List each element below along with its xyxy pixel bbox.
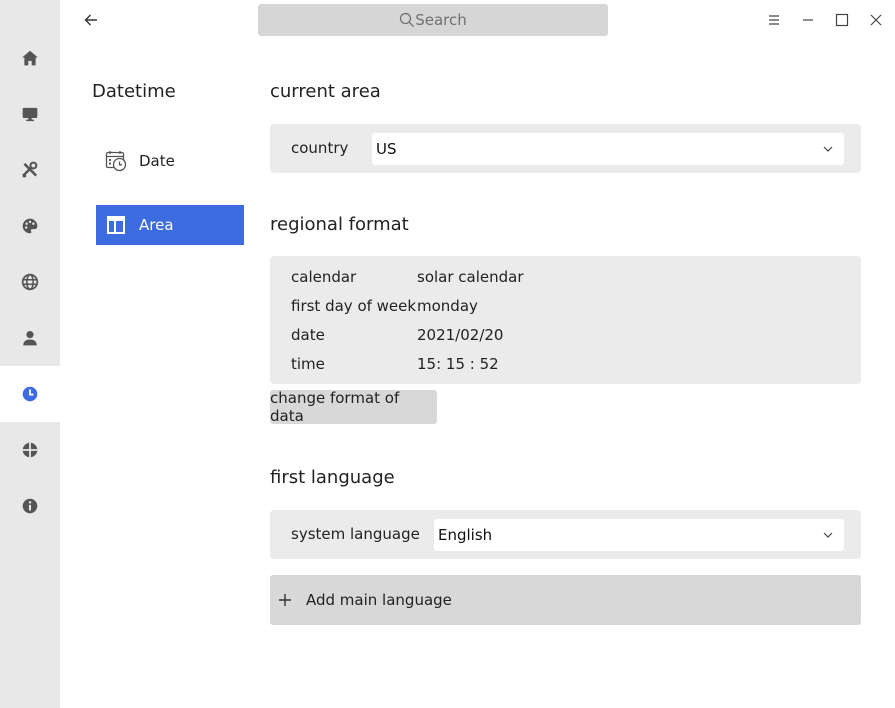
search-placeholder: Search xyxy=(415,11,467,29)
date-format-value: 2021/02/20 xyxy=(417,326,504,344)
time-format-label: time xyxy=(291,355,325,373)
nav-item-area-label: Area xyxy=(139,216,174,234)
rail-item-datetime[interactable] xyxy=(0,366,60,422)
rail-item-update[interactable] xyxy=(0,422,60,478)
first-day-of-week-value: monday xyxy=(417,297,478,315)
date-format-label: date xyxy=(291,326,325,344)
category-rail xyxy=(0,0,60,708)
close-icon xyxy=(870,14,882,26)
change-format-button[interactable]: change format of data xyxy=(270,389,437,425)
rail-item-system[interactable] xyxy=(0,142,60,198)
chevron-down-icon xyxy=(823,532,833,538)
calendar-clock-icon xyxy=(105,150,127,172)
rail-item-display[interactable] xyxy=(0,86,60,142)
country-select[interactable]: US xyxy=(372,133,844,165)
nav-item-date-label: Date xyxy=(139,152,175,170)
nav-item-area[interactable]: Area xyxy=(96,205,244,245)
regional-format-heading: regional format xyxy=(270,214,409,235)
country-select-value: US xyxy=(376,140,397,158)
add-main-language-label: Add main language xyxy=(306,591,452,609)
rail-item-account[interactable] xyxy=(0,310,60,366)
info-icon xyxy=(22,498,38,514)
add-main-language-button[interactable]: Add main language xyxy=(270,575,861,625)
rail-item-personalize[interactable] xyxy=(0,198,60,254)
menu-button[interactable] xyxy=(764,10,784,30)
calendar-label: calendar xyxy=(291,268,357,286)
first-language-heading: first language xyxy=(270,467,395,488)
system-language-select[interactable]: English xyxy=(434,519,844,551)
close-button[interactable] xyxy=(866,10,886,30)
maximize-button[interactable] xyxy=(832,10,852,30)
system-language-value: English xyxy=(438,526,493,544)
maximize-icon xyxy=(835,13,849,27)
search-input[interactable]: Search xyxy=(258,4,608,36)
country-label: country xyxy=(291,139,349,157)
hamburger-menu-icon xyxy=(769,15,779,25)
clock-icon xyxy=(22,386,38,402)
time-format-value: 15: 15 : 52 xyxy=(417,355,499,373)
update-icon xyxy=(22,442,38,458)
plus-icon xyxy=(279,594,291,606)
home-icon xyxy=(22,50,38,66)
palette-icon xyxy=(22,218,38,234)
minimize-icon xyxy=(803,19,813,21)
calendar-value: solar calendar xyxy=(417,268,524,286)
back-button[interactable] xyxy=(80,9,102,31)
monitor-icon xyxy=(22,107,38,122)
search-icon xyxy=(400,12,415,27)
chevron-down-icon xyxy=(823,146,833,152)
settings-window: Search Datetime Date Area current area c… xyxy=(0,0,895,708)
globe-icon xyxy=(21,273,39,291)
layout-icon xyxy=(105,214,127,236)
current-area-panel: country US xyxy=(270,124,861,173)
regional-format-panel: calendar solar calendar first day of wee… xyxy=(270,256,861,384)
rail-item-home[interactable] xyxy=(0,30,60,86)
user-icon xyxy=(23,331,37,346)
nav-item-date[interactable]: Date xyxy=(96,141,244,181)
page-title: Datetime xyxy=(92,81,176,102)
arrow-left-icon xyxy=(84,14,97,26)
system-language-label: system language xyxy=(291,525,420,543)
rail-item-about[interactable] xyxy=(0,478,60,534)
first-language-panel: system language English xyxy=(270,510,861,559)
first-day-of-week-label: first day of week xyxy=(291,297,417,315)
current-area-heading: current area xyxy=(270,81,381,102)
minimize-button[interactable] xyxy=(798,10,818,30)
rail-item-network[interactable] xyxy=(0,254,60,310)
tools-icon xyxy=(22,161,38,178)
